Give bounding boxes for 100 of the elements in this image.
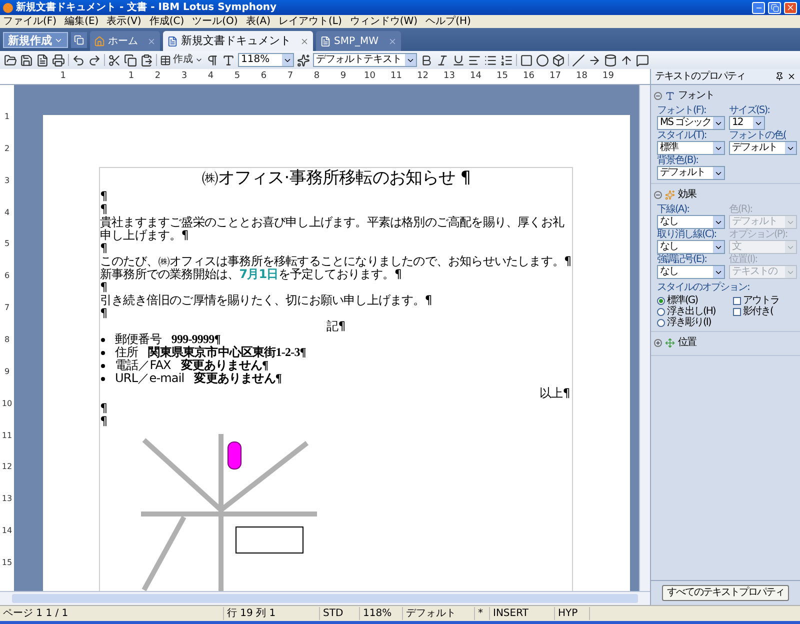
document-icon — [167, 36, 178, 46]
menu-item[interactable]: レイアウト(L) — [278, 16, 342, 26]
zoom-dropdown[interactable]: 118% — [238, 53, 294, 67]
collapse-icon[interactable] — [654, 92, 662, 100]
all-text-properties-button[interactable]: すべてのテキストプロパティ — [662, 585, 789, 601]
dropdown-field[interactable]: なし — [657, 265, 725, 279]
horizontal-ruler: 1 1 2 3 4 5 6 7 8 9 10 11 12 13 14 15 16 17 18 19 — [0, 69, 650, 85]
rectangle-icon[interactable] — [520, 54, 533, 66]
align-icon[interactable] — [468, 54, 481, 66]
document-tab[interactable]: ホーム — [90, 31, 160, 51]
bullet-icon — [101, 364, 105, 368]
cut-icon[interactable] — [108, 54, 121, 66]
text-frame-icon[interactable] — [222, 54, 235, 66]
radio-button[interactable] — [657, 308, 665, 316]
paste-icon[interactable] — [140, 54, 153, 66]
menu-item[interactable]: 編集(E) — [64, 16, 99, 26]
bold-icon[interactable] — [420, 54, 433, 66]
dropdown-field[interactable]: デフォルト — [657, 166, 725, 180]
numbered-list-icon[interactable] — [500, 54, 513, 66]
menu-item[interactable]: ウィンドウ(W) — [350, 16, 418, 26]
cylinder-icon[interactable] — [604, 54, 617, 66]
pages-icon[interactable] — [74, 35, 84, 45]
vertical-scrollbar[interactable] — [639, 85, 650, 591]
open-folder-icon[interactable] — [4, 54, 17, 66]
window-title: 新規文書ドキュメント - 文書 - IBM Lotus Symphony — [16, 2, 278, 12]
document-tab[interactable]: 新規文書ドキュメント — [163, 31, 313, 51]
ruler-number: 10 — [2, 400, 12, 410]
radio-button[interactable] — [657, 296, 665, 304]
pin-icon[interactable] — [775, 72, 784, 81]
document-tab[interactable]: SMP_MW — [316, 31, 401, 51]
dropdown-field[interactable]: 12 — [729, 116, 765, 130]
ruler-number: 1 — [127, 70, 136, 83]
ruler-number: 14 — [2, 527, 12, 538]
bullet-list-icon[interactable] — [484, 54, 497, 66]
checkbox[interactable] — [733, 296, 741, 304]
ruler-number: 15 — [496, 70, 509, 83]
redo-icon[interactable] — [88, 54, 101, 66]
paragraph: ¶ — [100, 242, 108, 255]
callout-icon[interactable] — [636, 54, 649, 66]
menu-item[interactable]: ファイル(F) — [3, 16, 57, 26]
radio-label: 標準(G) — [667, 295, 698, 306]
field-label: フォントの色( — [729, 130, 787, 141]
home-icon — [94, 36, 105, 46]
close-tab-icon[interactable] — [300, 36, 309, 46]
paragraph: 貴社ますますご盛栄のこととお喜び申し上げます。平素は格別のご高配を賜り、厚くお礼申し上げます。¶ — [100, 216, 566, 242]
section-title[interactable]: 効果 — [678, 187, 696, 202]
italic-icon[interactable] — [436, 54, 449, 66]
paragraph: 引き続き倍旧のご厚情を賜りたく、切にお願い申し上げます。¶ — [100, 294, 434, 307]
save-icon[interactable] — [20, 54, 33, 66]
radio-button[interactable] — [657, 318, 665, 326]
field-label: 強調記号(E): — [657, 254, 708, 265]
horizontal-scrollbar[interactable] — [0, 591, 650, 605]
table-icon — [160, 54, 171, 66]
bullet-icon — [101, 350, 105, 354]
menu-item[interactable]: 表(A) — [246, 16, 270, 26]
cube-icon[interactable] — [552, 54, 565, 66]
dropdown-field[interactable]: 標準 — [657, 141, 725, 155]
section-title[interactable]: フォント — [678, 88, 714, 103]
restore-icon[interactable] — [770, 4, 778, 12]
menu-item[interactable]: 作成(C) — [149, 16, 184, 26]
checkbox[interactable] — [733, 308, 741, 316]
ellipse-icon[interactable] — [536, 54, 549, 66]
status-field: INSERT — [490, 607, 555, 620]
list-label: 郵便番号 — [115, 333, 162, 346]
ruler-number: 3 — [4, 176, 10, 187]
paragraph: 新事務所での業務開始は、7月1日 を予定しております。¶ — [100, 268, 403, 281]
dropdown-field[interactable]: デフォルト — [729, 141, 797, 155]
dropdown-field[interactable]: なし — [657, 240, 725, 254]
status-field: ページ 1 1 / 1 — [0, 607, 224, 620]
menu-item[interactable]: 表示(V) — [106, 16, 142, 26]
ruler-number: 4 — [206, 70, 215, 83]
dropdown-field[interactable]: なし — [657, 215, 725, 229]
paragraph-style-dropdown[interactable]: デフォルトテキスト — [313, 53, 417, 67]
arrow-icon[interactable] — [588, 54, 601, 66]
collapse-icon[interactable] — [654, 190, 662, 198]
paragraph: このたび、㈱オフィスは事務所を移転することになりましたので、お知らせいたします。¶ — [100, 255, 572, 268]
undo-icon[interactable] — [72, 54, 85, 66]
line-icon[interactable] — [572, 54, 585, 66]
underline-icon[interactable] — [452, 54, 465, 66]
radio-label: 浮き彫り(I) — [667, 317, 711, 328]
status-field: 118% — [360, 607, 403, 620]
dropdown-field[interactable]: MS ゴシック — [657, 116, 725, 130]
paragraph: ¶ — [100, 415, 108, 428]
paragraph: ¶ — [100, 307, 108, 320]
list-value: 変更ありません¶ — [180, 359, 268, 372]
print-icon[interactable] — [52, 54, 65, 66]
app-icon — [3, 2, 13, 12]
menu-item[interactable]: ヘルプ(H) — [426, 16, 471, 26]
up-arrow-icon[interactable] — [620, 54, 633, 66]
ruler-number: 8 — [312, 70, 321, 83]
caret-icon — [195, 56, 203, 64]
create-button[interactable]: 作成 — [160, 54, 203, 66]
menu-item[interactable]: ツール(O) — [192, 16, 238, 26]
pilcrow-icon[interactable] — [206, 54, 219, 66]
section-title[interactable]: 位置 — [678, 335, 696, 350]
ruler-number: 4 — [4, 208, 10, 219]
expand-icon[interactable] — [654, 338, 662, 346]
ruler-number: 9 — [339, 70, 348, 83]
copy-icon[interactable] — [124, 54, 137, 66]
close-icon[interactable] — [787, 72, 796, 81]
